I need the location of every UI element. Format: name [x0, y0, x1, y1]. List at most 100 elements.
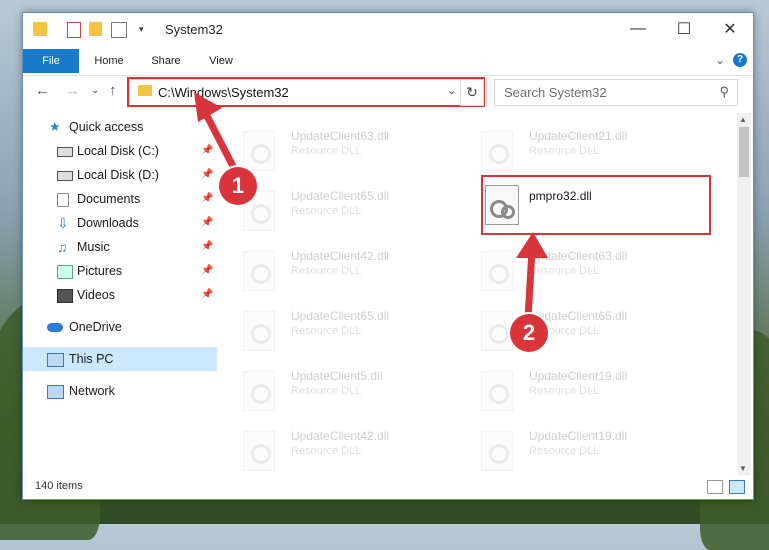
file-item[interactable]: UpdateClient42.dll Resource DLL	[223, 243, 445, 291]
sidebar-item-local-disk-d[interactable]: Local Disk (D:) 📌	[23, 163, 217, 187]
sidebar-item-videos[interactable]: Videos 📌	[23, 283, 217, 307]
file-description: Resource DLL	[529, 265, 600, 277]
file-name: UpdateClient42.dll	[291, 429, 390, 443]
file-description: Resource DLL	[291, 265, 362, 277]
dll-file-icon	[481, 431, 513, 471]
sidebar-item-label: Local Disk (C:)	[77, 144, 159, 158]
sidebar-item-quick-access[interactable]: ★ Quick access	[23, 115, 217, 139]
file-item[interactable]: UpdateClient5.dll Resource DLL	[223, 363, 445, 411]
drive-icon	[57, 171, 73, 181]
scroll-up-icon[interactable]: ▲	[739, 115, 747, 124]
large-icons-view-icon[interactable]	[729, 480, 745, 494]
sidebar-item-pictures[interactable]: Pictures 📌	[23, 259, 217, 283]
pin-icon[interactable]: 📌	[201, 163, 213, 187]
scroll-down-icon[interactable]: ▼	[739, 464, 747, 473]
file-description: Resource DLL	[291, 385, 362, 397]
customize-toolbar-icon[interactable]	[111, 22, 127, 38]
dll-file-icon	[481, 311, 513, 351]
star-icon: ★	[49, 119, 61, 134]
forward-arrow-icon[interactable]: →	[65, 82, 80, 99]
sidebar-item-label: Pictures	[77, 264, 123, 278]
pin-icon[interactable]: 📌	[201, 235, 213, 259]
sidebar-item-label: Music	[77, 240, 110, 254]
sidebar-item-this-pc[interactable]: This PC	[23, 347, 217, 371]
file-item[interactable]: UpdateClient19.dll Resource DLL	[461, 363, 683, 411]
file-item[interactable]: UpdateClient65.dll Resource DLL	[461, 303, 683, 351]
new-folder-icon[interactable]	[89, 22, 102, 36]
folder-icon	[33, 22, 47, 36]
back-arrow-icon[interactable]: ←	[35, 82, 50, 99]
file-item[interactable]: UpdateClient21.dll Resource DLL	[461, 123, 683, 171]
sidebar-item-label: Documents	[77, 192, 141, 206]
file-description: Resource DLL	[291, 325, 362, 337]
pin-icon[interactable]: 📌	[201, 283, 213, 307]
chevron-down-icon[interactable]: ▾	[139, 24, 147, 38]
pictures-icon	[57, 265, 73, 279]
tab-share[interactable]: Share	[141, 49, 191, 73]
file-name: UpdateClient19.dll	[529, 369, 628, 383]
file-description: Resource DLL	[529, 445, 600, 457]
vertical-scrollbar[interactable]: ▲ ▼	[737, 113, 751, 475]
file-description: Resource DLL	[291, 205, 362, 217]
dll-file-icon	[243, 311, 275, 351]
pin-icon[interactable]: 📌	[201, 187, 213, 211]
tab-home[interactable]: Home	[85, 49, 133, 73]
help-icon[interactable]: ?	[733, 53, 747, 67]
up-arrow-icon[interactable]: ↑	[109, 82, 117, 99]
dll-file-icon	[243, 131, 275, 171]
sidebar-item-label: Network	[69, 384, 115, 398]
file-name: UpdateClient63.dll	[529, 249, 628, 263]
file-item[interactable]: UpdateClient63.dll Resource DLL	[461, 243, 683, 291]
sidebar-item-label: Quick access	[69, 120, 144, 134]
dll-file-icon	[243, 251, 275, 291]
sidebar-item-label: This PC	[69, 352, 114, 366]
sidebar-item-local-disk-c[interactable]: Local Disk (C:) 📌	[23, 139, 217, 163]
file-item[interactable]: UpdateClient65.dll Resource DLL	[223, 303, 445, 351]
sidebar-item-onedrive[interactable]: OneDrive	[23, 315, 217, 339]
refresh-button[interactable]: ↻	[460, 79, 484, 106]
file-name: UpdateClient19.dll	[529, 429, 628, 443]
dll-file-icon	[481, 131, 513, 171]
search-input[interactable]: Search System32 ⚲	[494, 79, 738, 106]
recent-locations-icon[interactable]: ⌄	[91, 85, 99, 96]
music-icon: ♫	[57, 239, 68, 255]
file-description: Resource DLL	[291, 445, 362, 457]
search-icon: ⚲	[719, 84, 729, 99]
sidebar-item-label: OneDrive	[69, 320, 122, 334]
file-item[interactable]: UpdateClient42.dll Resource DLL	[223, 423, 445, 471]
file-name: UpdateClient42.dll	[291, 249, 390, 263]
file-description: Resource DLL	[291, 145, 362, 157]
properties-icon[interactable]	[67, 22, 81, 38]
expand-ribbon-icon[interactable]: ⌄	[715, 53, 725, 67]
sidebar-item-music[interactable]: ♫ Music 📌	[23, 235, 217, 259]
file-highlight-box	[481, 175, 711, 235]
file-name: UpdateClient63.dll	[291, 129, 390, 143]
tab-file[interactable]: File	[23, 49, 79, 73]
network-icon	[47, 385, 64, 399]
details-view-icon[interactable]	[707, 480, 723, 494]
close-button[interactable]: ✕	[707, 13, 753, 45]
pin-icon[interactable]: 📌	[201, 139, 213, 163]
pin-icon[interactable]: 📌	[201, 259, 213, 283]
step2-badge: 2	[510, 314, 548, 352]
video-icon	[57, 289, 73, 303]
file-name: UpdateClient65.dll	[291, 189, 390, 203]
dll-file-icon	[481, 371, 513, 411]
file-explorer-window: ▾ System32 — ☐ ✕ File Home Share View ⌄ …	[22, 12, 754, 500]
file-name: UpdateClient5.dll	[291, 369, 383, 383]
file-item[interactable]: UpdateClient63.dll Resource DLL	[223, 123, 445, 171]
tab-view[interactable]: View	[197, 49, 245, 73]
pin-icon[interactable]: 📌	[201, 211, 213, 235]
sidebar-item-network[interactable]: Network	[23, 379, 217, 403]
title-bar: ▾ System32 — ☐ ✕	[23, 13, 753, 45]
scrollbar-thumb[interactable]	[739, 127, 749, 177]
file-list: UpdateClient63.dll Resource DLL UpdateCl…	[223, 109, 735, 475]
file-item[interactable]: UpdateClient19.dll Resource DLL	[461, 423, 683, 471]
minimize-button[interactable]: —	[615, 13, 661, 45]
sidebar-item-downloads[interactable]: ⇩ Downloads 📌	[23, 211, 217, 235]
sidebar-item-documents[interactable]: Documents 📌	[23, 187, 217, 211]
maximize-button[interactable]: ☐	[661, 13, 707, 45]
download-icon: ⇩	[57, 215, 69, 231]
drive-icon	[57, 147, 73, 157]
sidebar-item-label: Local Disk (D:)	[77, 168, 159, 182]
